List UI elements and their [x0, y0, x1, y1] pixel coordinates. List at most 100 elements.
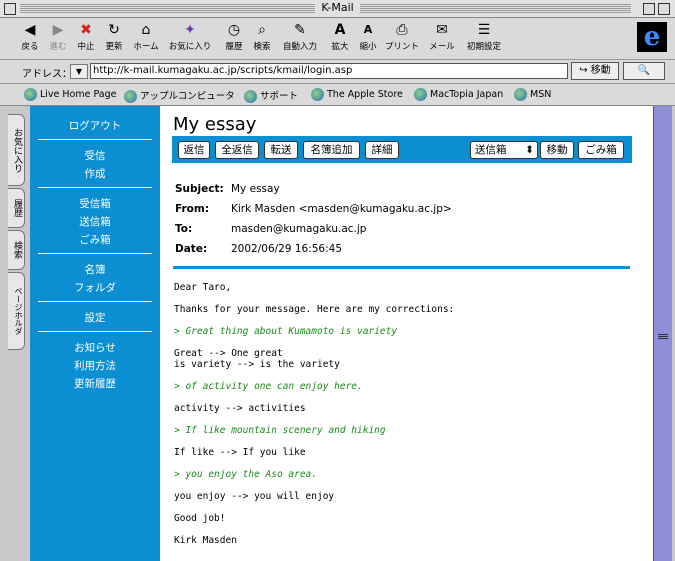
- quoted-line: > you enjoy the Aso area.: [174, 469, 317, 480]
- nav-receive[interactable]: 受信: [30, 148, 160, 163]
- nav-inbox[interactable]: 受信箱: [30, 196, 160, 211]
- preferences-icon: ☰: [477, 22, 491, 38]
- window-title: K-Mail: [315, 1, 360, 14]
- globe-icon: [124, 90, 137, 103]
- autofill-button[interactable]: ✎ 自動入力: [280, 21, 320, 52]
- favorite-link[interactable]: アップルコンピュータ: [124, 88, 235, 103]
- divider: [38, 331, 152, 332]
- favorites-label: お気に入り: [168, 42, 212, 52]
- zoom-in-label: 拡大: [331, 42, 349, 52]
- to-row: To: masden@kumagaku.ac.jp: [175, 223, 366, 235]
- nav-compose[interactable]: 作成: [30, 166, 160, 181]
- body-line: Dear Taro,: [174, 282, 232, 293]
- forward-mail-button[interactable]: 転送: [264, 141, 298, 159]
- to-value: masden@kumagaku.ac.jp: [231, 223, 367, 235]
- details-button[interactable]: 詳細: [365, 141, 399, 159]
- body-line: is variety --> is the variety: [174, 359, 340, 370]
- home-icon: ⌂: [141, 22, 151, 38]
- tab-history[interactable]: 履歴: [8, 188, 25, 228]
- trash-button[interactable]: ごみ箱: [578, 141, 624, 159]
- quoted-line: > Great thing about Kumamoto is variety: [174, 326, 398, 337]
- message-action-bar: 返信 全返信 転送 名簿追加 詳細 送信箱 ⬍ 移動 ごみ箱: [172, 136, 632, 163]
- favorites-button[interactable]: ✦ お気に入り: [168, 21, 212, 52]
- date-value: 2002/06/29 16:56:45: [231, 243, 343, 255]
- search-button[interactable]: ⌕ 検索: [246, 21, 278, 52]
- body-line: Good job!: [174, 513, 226, 524]
- home-label: ホーム: [133, 42, 159, 52]
- favorite-link[interactable]: MSN: [514, 88, 551, 101]
- date-row: Date: 2002/06/29 16:56:45: [175, 243, 342, 255]
- folder-select-value: 送信箱: [475, 144, 507, 156]
- history-icon: ◷: [227, 22, 241, 38]
- favorite-link[interactable]: The Apple Store: [311, 88, 403, 101]
- address-history-dropdown[interactable]: ▼: [70, 64, 88, 79]
- subject-row: Subject: My essay: [175, 183, 280, 195]
- favorites-bar: Live Home Page アップルコンピュータ サポート The Apple…: [0, 84, 675, 106]
- divider: [38, 301, 152, 302]
- collapse-box-icon[interactable]: [658, 3, 670, 15]
- scroll-grip-icon[interactable]: [658, 334, 668, 340]
- nav-update-history[interactable]: 更新履歴: [30, 376, 160, 391]
- favorite-label: The Apple Store: [327, 89, 403, 100]
- refresh-button[interactable]: ↻ 更新: [98, 21, 130, 52]
- globe-icon: [24, 88, 37, 101]
- page-search-button[interactable]: 🔍: [623, 62, 665, 80]
- magnifier-icon: 🔍: [637, 65, 651, 76]
- window-titlebar[interactable]: K-Mail: [0, 0, 675, 18]
- mail-label: メール: [429, 42, 455, 52]
- back-label: 戻る: [21, 42, 39, 52]
- nav-how-to-use[interactable]: 利用方法: [30, 358, 160, 373]
- mail-nav: ログアウト 受信 作成 受信箱 送信箱 ごみ箱 名簿 フォルダ 設定 お知らせ …: [30, 106, 160, 561]
- tab-page-holder[interactable]: ページホルダ: [8, 272, 25, 350]
- search-icon: ⌕: [258, 22, 266, 38]
- stop-icon: ✖: [80, 22, 92, 38]
- nav-folders[interactable]: フォルダ: [30, 280, 160, 295]
- mail-icon: ✉: [436, 22, 448, 38]
- ie-logo-icon: e: [637, 22, 667, 52]
- reply-all-button[interactable]: 全返信: [215, 141, 259, 159]
- favorite-link[interactable]: MacTopia Japan: [414, 88, 503, 101]
- back-arrow-icon: ◀: [24, 22, 36, 38]
- home-button[interactable]: ⌂ ホーム: [130, 21, 162, 52]
- nav-sent[interactable]: 送信箱: [30, 214, 160, 229]
- url-field[interactable]: http://k-mail.kumagaku.ac.jp/scripts/kma…: [90, 63, 568, 79]
- preferences-button[interactable]: ☰ 初期設定: [462, 21, 506, 52]
- tab-search[interactable]: 検索: [8, 230, 25, 270]
- message-view: My essay 返信 全返信 転送 名簿追加 詳細 送信箱 ⬍ 移動 ごみ箱 …: [160, 106, 653, 561]
- print-button[interactable]: ⎙ プリント: [382, 21, 422, 52]
- zoom-in-icon: A: [334, 22, 346, 38]
- updown-arrows-icon: ⬍: [525, 144, 534, 156]
- autofill-icon: ✎: [294, 22, 306, 38]
- logout-link[interactable]: ログアウト: [30, 118, 160, 133]
- globe-icon: [414, 88, 427, 101]
- refresh-icon: ↻: [108, 22, 120, 38]
- from-label: From:: [175, 203, 210, 215]
- nav-address-book[interactable]: 名簿: [30, 262, 160, 277]
- zoom-box-icon[interactable]: [643, 3, 655, 15]
- date-label: Date:: [175, 243, 208, 255]
- add-to-address-book-button[interactable]: 名簿追加: [303, 141, 360, 159]
- go-button[interactable]: ↪ 移動: [571, 62, 619, 80]
- zoom-out-button[interactable]: A 縮小: [352, 21, 384, 52]
- move-button[interactable]: 移動: [540, 141, 574, 159]
- body-line: If like --> If you like: [174, 447, 306, 458]
- favorite-link[interactable]: サポート: [244, 88, 298, 103]
- vertical-scrollbar[interactable]: [653, 106, 672, 561]
- to-label: To:: [175, 223, 193, 235]
- favorite-label: MSN: [530, 89, 552, 100]
- folder-select[interactable]: 送信箱 ⬍: [470, 141, 538, 159]
- nav-trash[interactable]: ごみ箱: [30, 232, 160, 247]
- nav-notices[interactable]: お知らせ: [30, 340, 160, 355]
- from-row: From: Kirk Masden <masden@kumagaku.ac.jp>: [175, 203, 452, 215]
- nav-settings[interactable]: 設定: [30, 310, 160, 325]
- reply-button[interactable]: 返信: [178, 141, 210, 159]
- tab-favorites[interactable]: お気に入り: [8, 114, 25, 186]
- chevron-down-icon: ▼: [75, 67, 83, 76]
- globe-icon: [514, 88, 527, 101]
- divider: [38, 187, 152, 188]
- mail-button[interactable]: ✉ メール: [426, 21, 458, 52]
- favorite-label: MacTopia Japan: [430, 89, 504, 100]
- forward-label: 進む: [49, 42, 67, 52]
- autofill-label: 自動入力: [282, 42, 317, 52]
- favorite-link[interactable]: Live Home Page: [24, 88, 117, 101]
